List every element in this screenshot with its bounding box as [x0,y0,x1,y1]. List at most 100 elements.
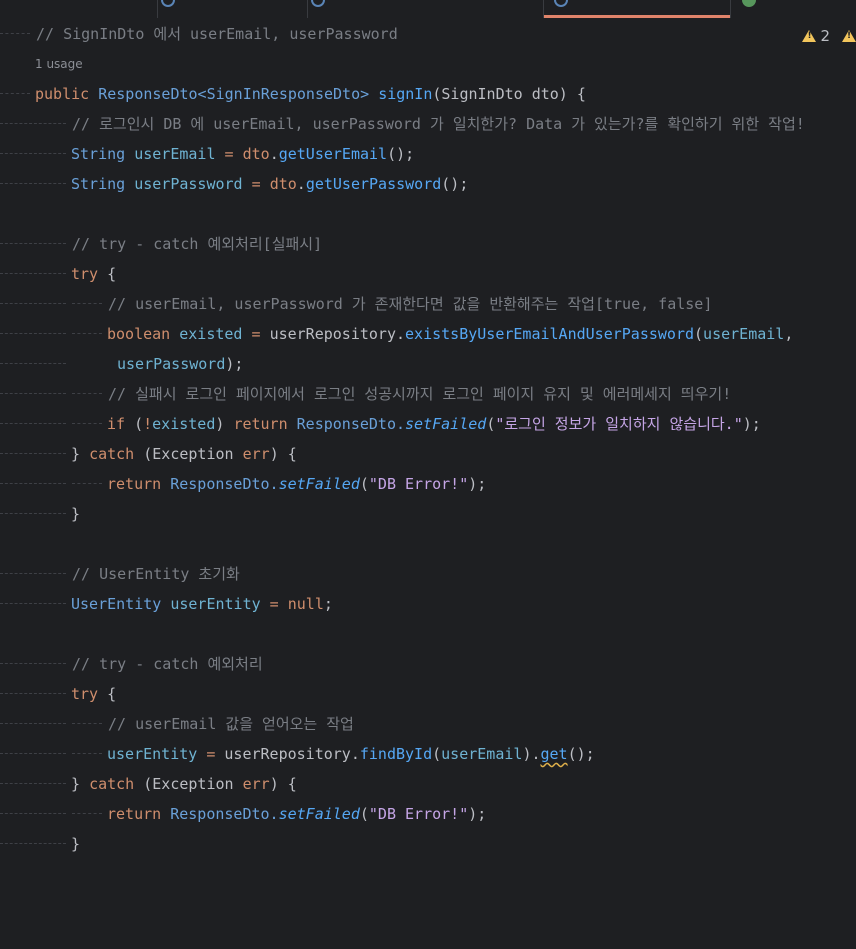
type: String [71,175,135,193]
comment: // UserEntity 초기화 [72,565,240,583]
keyword: return [107,805,171,823]
comment: // SignInDto 에서 userEmail, userPassword [36,25,398,43]
exception-type: (Exception [134,775,243,793]
punctuation: ) [215,415,234,433]
keyword: try [71,265,99,283]
type: String [71,145,135,163]
code-line: } [0,499,856,529]
string-literal: "DB Error!" [368,475,469,493]
string-literal: "DB Error!" [368,805,469,823]
operator: = [242,325,270,343]
operator: = [242,175,270,193]
keyword: if [107,415,126,433]
exception-type: (Exception [134,445,243,463]
code-line: // UserEntity 초기화 [0,559,856,589]
comment: // userEmail 값을 얻어오는 작업 [108,715,354,733]
comment: // 로그인시 DB 에 userEmail, userPassword 가 일… [72,115,805,133]
object: dto [242,145,270,163]
operator: = [260,595,288,613]
variable: existed [152,415,216,433]
brace: ) { [269,775,297,793]
comment: // userEmail, userPassword 가 존재한다면 값을 반환… [108,295,713,313]
comment: // try - catch 예외처리 [72,655,263,673]
object: dto [269,175,297,193]
string-literal: "로그인 정보가 일치하지 않습니다." [495,415,743,433]
editor-tab[interactable] [308,0,544,18]
code-line: // SignInDto 에서 userEmail, userPassword [0,19,856,49]
code-line: // 실패시 로그인 페이지에서 로그인 성공시까지 로그인 페이지 유지 및 … [0,379,856,409]
code-line: // try - catch 예외처리[실패시] [0,229,856,259]
keyword: return [233,415,297,433]
keyword: public [35,85,99,103]
code-editor[interactable]: // SignInDto 에서 userEmail, userPassword … [0,19,856,859]
code-line: try { [0,679,856,709]
dot: . [296,175,306,193]
active-tab-indicator [544,15,730,18]
brace: } [71,445,90,463]
method-signature: public ResponseDto<SignInResponseDto> si… [35,79,586,109]
argument: userPassword [117,355,226,373]
class-file-icon [554,0,568,7]
code-line: // userEmail, userPassword 가 존재한다면 값을 반환… [0,289,856,319]
type: UserEntity [71,595,171,613]
code-line: } [0,829,856,859]
keyword: return [107,475,171,493]
variable: userPassword [134,175,243,193]
code-line: boolean existed = userRepository.existsB… [0,319,856,349]
method-call: findById [359,745,433,763]
punctuation: ). [522,745,541,763]
code-line: } catch (Exception err) { [0,769,856,799]
editor-tab[interactable] [0,0,158,18]
punctuation: ; [323,595,333,613]
code-line: try { [0,259,856,289]
comment: // 실패시 로그인 페이지에서 로그인 성공시까지 로그인 페이지 유지 및 … [108,385,732,403]
code-line: String userEmail = dto.getUserEmail(); [0,139,856,169]
brace: { [98,265,117,283]
brace: } [71,505,81,523]
code-line: public ResponseDto<SignInResponseDto> si… [0,79,856,109]
punctuation: (); [387,145,415,163]
static-method-call: setFailed [405,415,487,433]
variable: userEmail [134,145,216,163]
class-name: ResponseDto. [296,415,406,433]
operator: = [197,745,225,763]
operator: ! [143,415,153,433]
return-type: ResponseDto<SignInResponseDto> [98,85,370,103]
editor-tab[interactable] [730,0,856,18]
keyword: catch [89,775,135,793]
method-call: existsByUserEmailAndUserPassword [405,325,695,343]
variable: userEntity [170,595,261,613]
punctuation: , [784,325,794,343]
code-line: userPassword); [0,349,856,379]
code-line: return ResponseDto.setFailed("DB Error!"… [0,799,856,829]
static-method-call: setFailed [278,475,360,493]
code-line: // userEmail 값을 얻어오는 작업 [0,709,856,739]
repository: userRepository. [224,745,360,763]
brace: } [71,775,90,793]
method-call: getUserPassword [305,175,442,193]
code-line: // try - catch 예외처리 [0,649,856,679]
editor-tab[interactable] [158,0,308,18]
punctuation: ); [225,355,244,373]
file-icon [742,0,756,7]
variable: existed [179,325,243,343]
code-line: String userPassword = dto.getUserPasswor… [0,169,856,199]
punctuation: ( [125,415,144,433]
keyword: catch [89,445,135,463]
method-name: signIn [378,85,433,103]
code-line: userEntity = userRepository.findById(use… [0,739,856,769]
keyword: try [71,685,99,703]
punctuation: (); [441,175,469,193]
null-literal: null [287,595,324,613]
punctuation: ( [694,325,704,343]
code-vision-line: 1 usage [0,49,856,79]
parameters: (SignInDto dto) { [432,85,586,103]
brace: ) { [269,445,297,463]
tab-separator [730,0,731,18]
dot: . [269,145,279,163]
class-name: ResponseDto. [170,805,279,823]
usage-hint[interactable]: 1 usage [35,49,83,79]
code-line: return ResponseDto.setFailed("DB Error!"… [0,469,856,499]
